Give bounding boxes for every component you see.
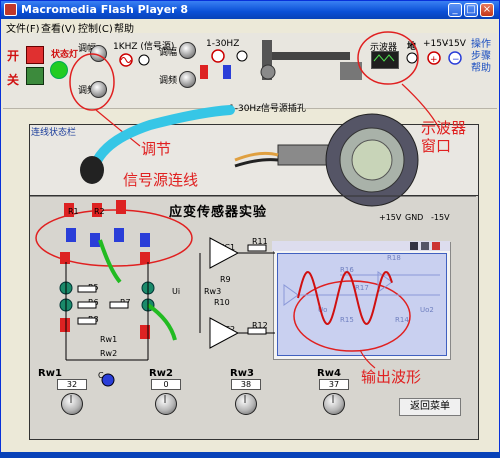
window-bottom-frame xyxy=(0,452,500,458)
r9-label: R9 xyxy=(220,275,231,284)
svg-text:−: − xyxy=(452,55,460,65)
svg-text:+: + xyxy=(430,55,438,65)
r8-resistor xyxy=(77,317,97,325)
r12-resistor xyxy=(247,327,267,335)
scope-close-icon[interactable] xyxy=(432,242,440,250)
gauge-wheel-hub xyxy=(351,139,393,181)
vibrator-spring xyxy=(260,64,276,80)
svg-text:Uo2: Uo2 xyxy=(420,306,434,314)
gauge-wire-2 xyxy=(234,158,279,168)
r7-resistor xyxy=(109,301,129,309)
r2-label: R2 xyxy=(94,207,105,216)
ui-label: Ui xyxy=(172,287,180,296)
ground-terminal[interactable] xyxy=(406,52,418,64)
vibrator-beam xyxy=(272,52,350,60)
rw2-circuit-label: Rw2 xyxy=(100,349,117,358)
svg-text:R17: R17 xyxy=(355,284,369,292)
cap-label: C xyxy=(98,371,104,380)
rw1-circuit-label: Rw1 xyxy=(100,335,117,344)
scope-icon-trace xyxy=(373,54,395,62)
knob-ticks xyxy=(70,395,334,403)
scope-print-icon[interactable] xyxy=(421,242,429,250)
jack-red[interactable] xyxy=(200,65,208,79)
ground-terminal-1khz[interactable] xyxy=(138,54,150,66)
r11-resistor xyxy=(247,244,267,252)
svg-text:R18: R18 xyxy=(387,254,401,262)
scope-save-icon[interactable] xyxy=(410,242,418,250)
svg-text:R15: R15 xyxy=(340,316,354,324)
annot-pointer-wave xyxy=(359,349,376,369)
bridge-terminals[interactable] xyxy=(59,200,155,387)
cable-plug xyxy=(80,156,104,184)
ic2-opamp xyxy=(209,317,240,349)
wire-green-1[interactable] xyxy=(146,303,177,341)
low-freq-ground[interactable] xyxy=(236,50,248,62)
r6-resistor xyxy=(77,301,97,309)
scope-bg-labels: R16 R17 R18 R15 R14 Uo Uo2 xyxy=(318,254,434,324)
circuit-drawing: + − R1 R2 Rw1 Rw2 C R11 R12 R9 R10 Rw3 U… xyxy=(0,31,500,458)
annot-circle-knobs xyxy=(69,53,115,111)
svg-text:R14: R14 xyxy=(395,316,409,324)
wire-green-2[interactable] xyxy=(98,239,122,284)
gauge-bracket xyxy=(277,144,329,166)
r10-label: R10 xyxy=(214,298,230,307)
jack-blue[interactable] xyxy=(223,65,231,79)
r1-label: R1 xyxy=(68,207,79,216)
signal-cable[interactable] xyxy=(90,105,235,170)
r5-resistor xyxy=(77,285,97,293)
annot-pointer-scope xyxy=(401,83,441,131)
low-freq-terminal[interactable] xyxy=(211,49,225,63)
rw3-circuit-label: Rw3 xyxy=(204,287,221,296)
